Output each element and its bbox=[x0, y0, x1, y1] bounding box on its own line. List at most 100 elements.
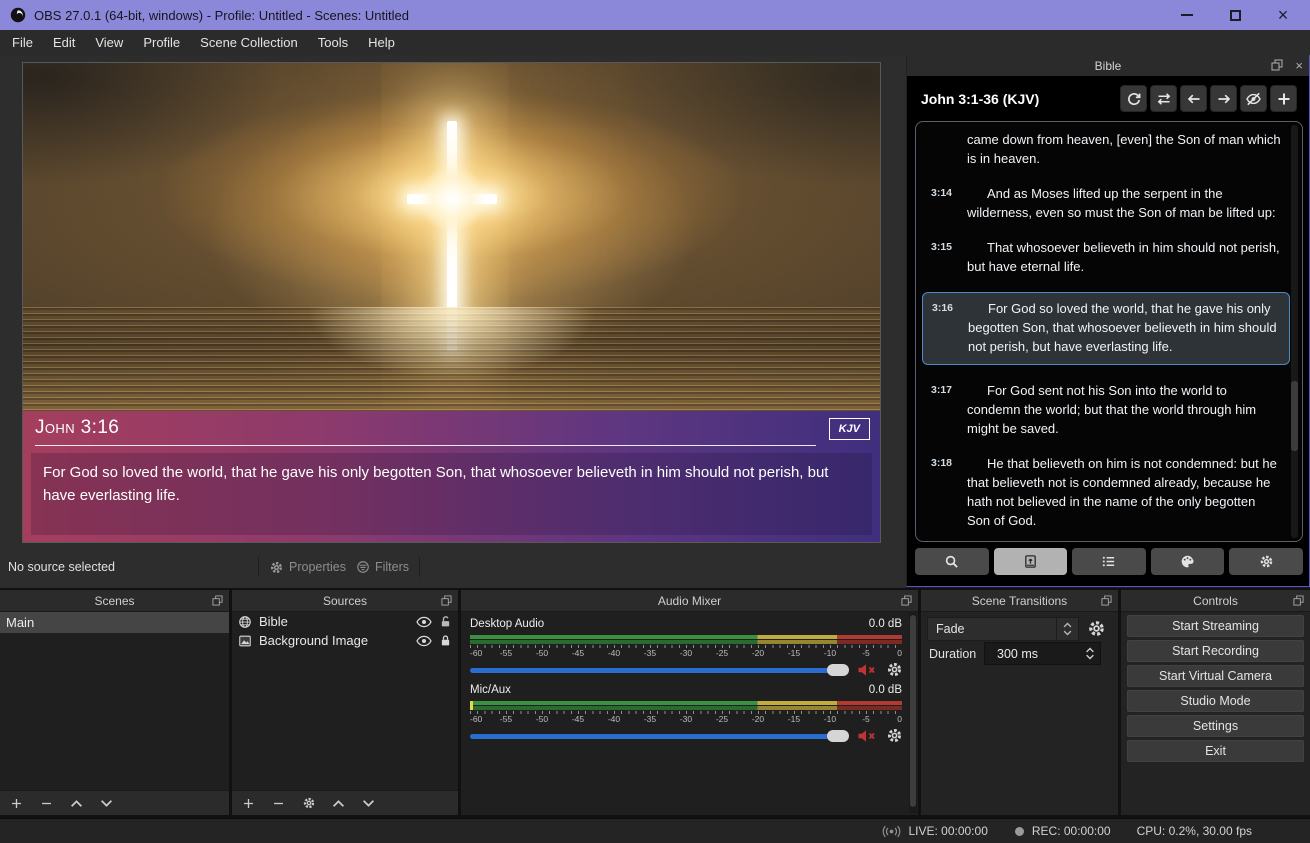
swap-arrows-button[interactable] bbox=[1150, 85, 1177, 112]
controls-header[interactable]: Controls bbox=[1121, 590, 1310, 612]
menu-view[interactable]: View bbox=[85, 31, 133, 54]
transition-select-spinner[interactable] bbox=[1056, 618, 1078, 640]
menu-tools[interactable]: Tools bbox=[308, 31, 358, 54]
list-tab-button[interactable] bbox=[1072, 548, 1146, 575]
mute-button[interactable] bbox=[857, 729, 877, 743]
channel-level: 0.0 dB bbox=[869, 618, 902, 633]
close-icon: × bbox=[1278, 6, 1289, 24]
scrollbar-thumb[interactable] bbox=[910, 615, 916, 807]
scenes-panel-header[interactable]: Scenes bbox=[0, 590, 229, 612]
remove-scene-button[interactable] bbox=[39, 796, 54, 811]
verse-number: 3:15 bbox=[924, 238, 958, 276]
verse-list[interactable]: came down from heaven, [even] the Son of… bbox=[915, 121, 1303, 542]
verse-item-3-16-selected[interactable]: 3:16 For God so loved the world, that he… bbox=[922, 292, 1290, 365]
channel-gear-icon[interactable] bbox=[886, 727, 903, 744]
source-row-bible[interactable]: Bible bbox=[232, 612, 458, 631]
add-source-button[interactable] bbox=[241, 796, 256, 811]
exit-button[interactable]: Exit bbox=[1127, 740, 1304, 762]
popout-icon[interactable] bbox=[1293, 595, 1304, 606]
program-canvas[interactable]: John 3:16 KJV For God so loved the world… bbox=[22, 62, 881, 543]
theme-tab-button[interactable] bbox=[1151, 548, 1225, 575]
menu-file[interactable]: File bbox=[2, 31, 43, 54]
dock-float-icon[interactable] bbox=[1271, 59, 1283, 72]
verse-item-3-18[interactable]: 3:18 He that believeth on him is not con… bbox=[924, 454, 1282, 530]
maximize-button[interactable] bbox=[1218, 4, 1252, 26]
window-titlebar[interactable]: OBS 27.0.1 (64-bit, windows) - Profile: … bbox=[0, 0, 1310, 30]
verse-item-3-13-continuation[interactable]: came down from heaven, [even] the Son of… bbox=[924, 130, 1282, 168]
menu-profile[interactable]: Profile bbox=[133, 31, 190, 54]
settings-tab-button[interactable] bbox=[1229, 548, 1303, 575]
meter-tick-label: -40 bbox=[608, 714, 620, 724]
sources-panel: Sources Bible Background Image bbox=[232, 590, 458, 815]
menu-edit[interactable]: Edit bbox=[43, 31, 85, 54]
channel-gear-icon[interactable] bbox=[886, 661, 903, 678]
duration-spinbox[interactable]: 300 ms bbox=[984, 642, 1101, 665]
scene-transitions-header[interactable]: Scene Transitions bbox=[921, 590, 1118, 612]
remove-source-button[interactable] bbox=[271, 796, 286, 811]
source-name: Bible bbox=[259, 614, 409, 629]
dock-close-icon[interactable]: × bbox=[1295, 59, 1303, 72]
next-arrow-button[interactable] bbox=[1210, 85, 1237, 112]
popout-icon[interactable] bbox=[1101, 595, 1112, 606]
source-up-button[interactable] bbox=[331, 796, 346, 811]
refresh-button[interactable] bbox=[1120, 85, 1147, 112]
verse-item-3-15[interactable]: 3:15 That whosoever believeth in him sho… bbox=[924, 238, 1282, 276]
settings-button[interactable]: Settings bbox=[1127, 715, 1304, 737]
source-row-background-image[interactable]: Background Image bbox=[232, 631, 458, 650]
popout-icon[interactable] bbox=[212, 595, 223, 606]
verse-number bbox=[924, 130, 958, 168]
transition-select[interactable]: Fade bbox=[927, 617, 1079, 641]
scene-down-button[interactable] bbox=[99, 796, 114, 811]
scene-item-main[interactable]: Main bbox=[0, 612, 229, 633]
verse-item-3-14[interactable]: 3:14 And as Moses lifted up the serpent … bbox=[924, 184, 1282, 222]
source-properties-gear-button[interactable] bbox=[301, 796, 316, 811]
menu-scene-collection[interactable]: Scene Collection bbox=[190, 31, 308, 54]
transition-properties-gear-button[interactable] bbox=[1087, 619, 1106, 638]
filters-button[interactable]: Filters bbox=[356, 560, 409, 574]
popout-icon[interactable] bbox=[901, 595, 912, 606]
meter-tick-label: -25 bbox=[716, 648, 728, 658]
lock-closed-icon[interactable] bbox=[439, 634, 452, 647]
minimize-button[interactable] bbox=[1170, 4, 1204, 26]
previous-arrow-button[interactable] bbox=[1180, 85, 1207, 112]
start-streaming-button[interactable]: Start Streaming bbox=[1127, 615, 1304, 637]
transition-selected-value: Fade bbox=[928, 622, 1056, 636]
meter-tick-label: -20 bbox=[752, 648, 764, 658]
sources-panel-header[interactable]: Sources bbox=[232, 590, 458, 612]
audio-mixer-header[interactable]: Audio Mixer bbox=[461, 590, 918, 612]
hide-eye-off-button[interactable] bbox=[1240, 85, 1267, 112]
mixer-scrollbar[interactable] bbox=[909, 613, 917, 813]
version-badge: KJV bbox=[829, 418, 870, 440]
add-plus-button[interactable] bbox=[1270, 85, 1297, 112]
add-scene-button[interactable] bbox=[9, 796, 24, 811]
meter-tick-label: -10 bbox=[824, 714, 836, 724]
close-button[interactable]: × bbox=[1266, 4, 1300, 26]
source-down-button[interactable] bbox=[361, 796, 376, 811]
volume-slider[interactable] bbox=[470, 668, 848, 673]
properties-button[interactable]: Properties bbox=[269, 560, 346, 575]
bible-tab-button[interactable] bbox=[994, 548, 1068, 575]
mute-button[interactable] bbox=[857, 663, 877, 677]
broadcast-icon bbox=[882, 825, 901, 838]
bible-dock-titlebar[interactable]: Bible × bbox=[907, 55, 1309, 76]
popout-icon[interactable] bbox=[441, 595, 452, 606]
search-tab-button[interactable] bbox=[915, 548, 989, 575]
filter-icon bbox=[356, 560, 370, 574]
volume-slider[interactable] bbox=[470, 734, 848, 739]
lock-open-icon[interactable] bbox=[439, 615, 452, 628]
duration-spinner[interactable] bbox=[1080, 647, 1100, 660]
visibility-eye-icon[interactable] bbox=[416, 616, 432, 628]
visibility-eye-icon[interactable] bbox=[416, 635, 432, 647]
volume-slider-handle[interactable] bbox=[827, 664, 849, 676]
volume-slider-handle[interactable] bbox=[827, 730, 849, 742]
start-virtual-camera-button[interactable]: Start Virtual Camera bbox=[1127, 665, 1304, 687]
scrollbar-thumb[interactable] bbox=[1291, 381, 1298, 451]
meter-tick-label: -30 bbox=[680, 714, 692, 724]
scene-up-button[interactable] bbox=[69, 796, 84, 811]
verse-item-3-17[interactable]: 3:17 For God sent not his Son into the w… bbox=[924, 381, 1282, 438]
studio-mode-button[interactable]: Studio Mode bbox=[1127, 690, 1304, 712]
menu-help[interactable]: Help bbox=[358, 31, 405, 54]
verse-list-scrollbar[interactable] bbox=[1291, 125, 1298, 538]
meter-tick-labels: -60-55-50-45-40-35-30-25-20-15-10-50 bbox=[470, 714, 902, 723]
start-recording-button[interactable]: Start Recording bbox=[1127, 640, 1304, 662]
